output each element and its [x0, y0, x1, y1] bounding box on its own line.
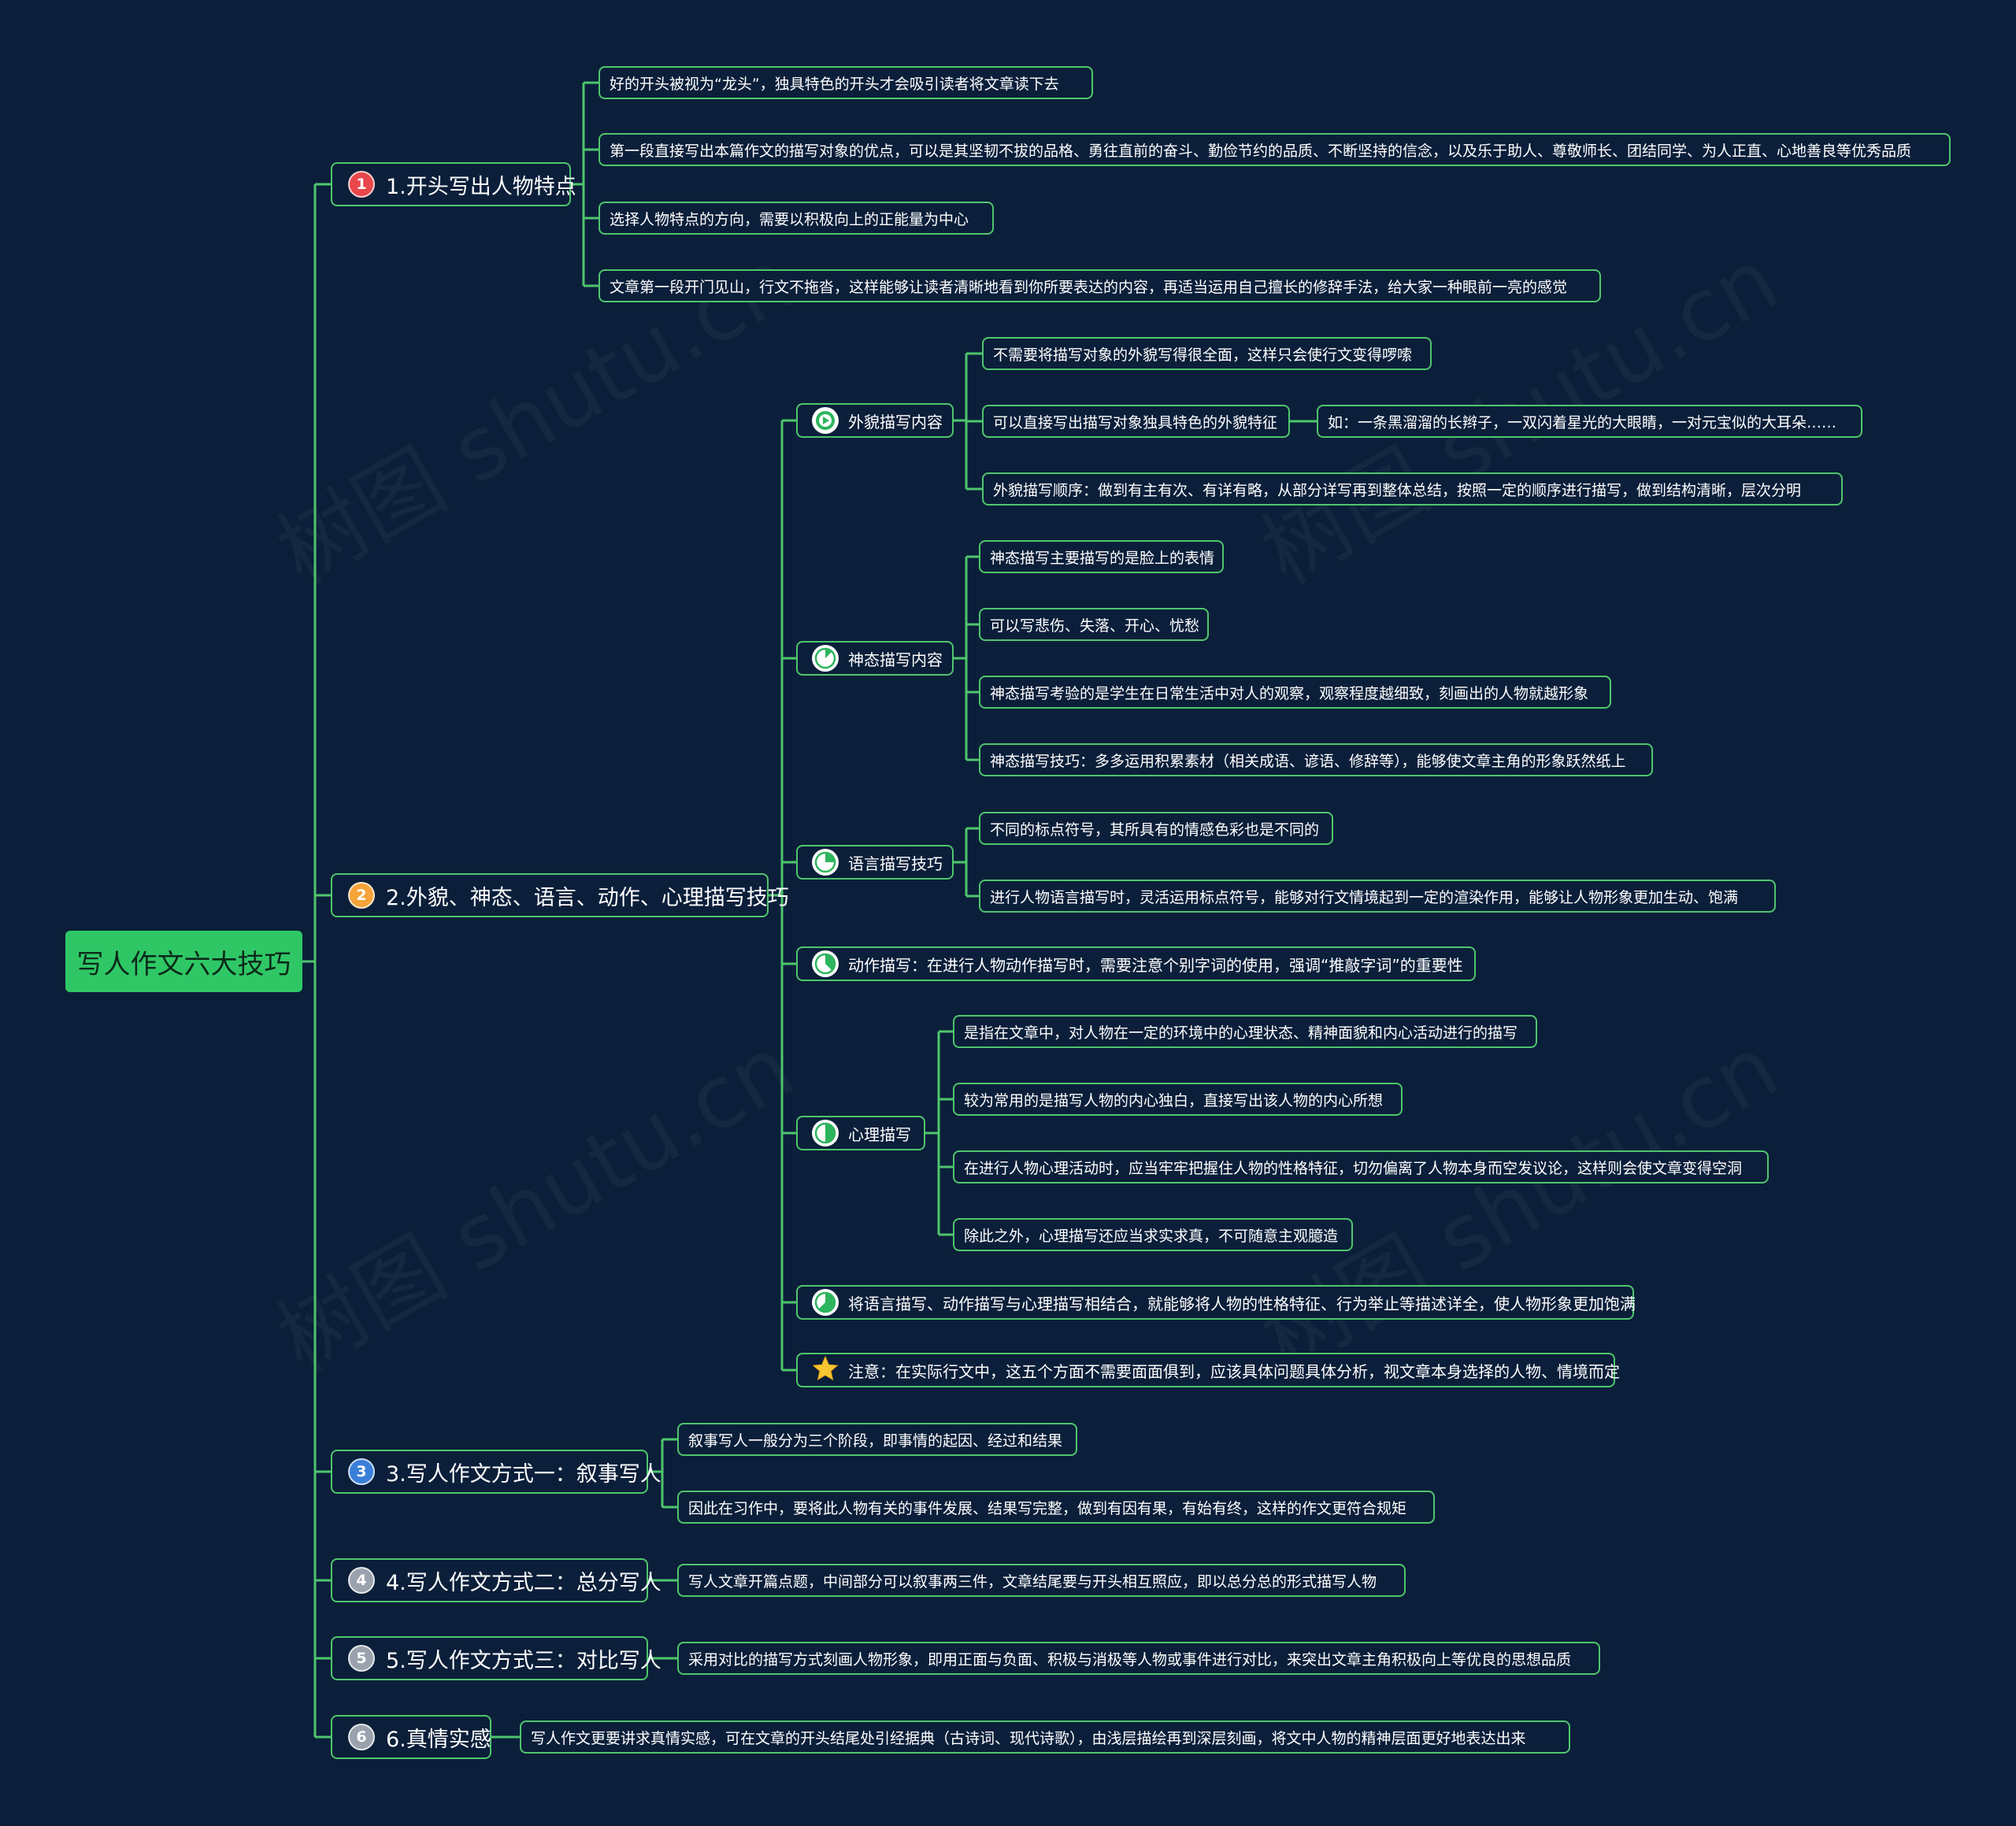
branch-1-label: 1.开头写出人物特点 — [386, 174, 576, 199]
branch-1-topic[interactable]: 1 1.开头写出人物特点 — [331, 162, 576, 206]
branch-6-topic[interactable]: 6 6.真情实感 — [331, 1715, 491, 1759]
sub-expression[interactable]: 神态描写内容 — [796, 641, 954, 676]
sub-psychology[interactable]: 心理描写 — [796, 1116, 925, 1150]
sub-note[interactable]: 注意：在实际行文中，这五个方面不需要面面俱到，应该具体问题具体分析，视文章本身选… — [796, 1353, 1620, 1387]
progress-3-8-icon — [812, 950, 839, 977]
root-topic[interactable]: 写人作文六大技巧 — [65, 931, 302, 992]
branch-3-item[interactable]: 叙事写人一般分为三个阶段，即事情的起因、经过和结果 — [677, 1423, 1077, 1456]
item-text: 是指在文章中，对人物在一定的环境中的心理状态、精神面貌和内心活动进行的描写 — [964, 1024, 1518, 1042]
branch-4-item[interactable]: 写人文章开篇点题，中间部分可以叙事两三件，文章结尾要与开头相互照应，即以总分总的… — [677, 1564, 1406, 1597]
sub-label: 将语言描写、动作描写与心理描写相结合，就能够将人物的性格特征、行为举止等描述详全… — [848, 1294, 1636, 1313]
sub-label: 注意：在实际行文中，这五个方面不需要面面俱到，应该具体问题具体分析，视文章本身选… — [848, 1361, 1620, 1381]
progress-quarter-icon — [812, 849, 839, 876]
item-text: 选择人物特点的方向，需要以积极向上的正能量为中心 — [610, 210, 969, 228]
branch-1-item[interactable]: 文章第一段开门见山，行文不拖沓，这样能够让读者清晰地看到你所要表达的内容，再适当… — [598, 269, 1601, 302]
item-text: 因此在习作中，要将此人物有关的事件发展、结果写完整，做到有因有果，有始有终，这样… — [688, 1499, 1407, 1517]
number-2-icon: 2 — [348, 882, 375, 909]
number-4-icon: 4 — [348, 1567, 375, 1594]
branch-3-label: 3.写人作文方式一：叙事写人 — [386, 1461, 662, 1487]
branch-5-topic[interactable]: 5 5.写人作文方式三：对比写人 — [331, 1636, 662, 1680]
expression-item[interactable]: 神态描写技巧：多多运用积累素材（相关成语、谚语、修辞等），能够使文章主角的形象跃… — [979, 743, 1653, 776]
progress-1-8-icon — [812, 645, 839, 672]
item-text: 较为常用的是描写人物的内心独白，直接写出该人物的内心所想 — [964, 1091, 1384, 1109]
appearance-item[interactable]: 可以直接写出描写对象独具特色的外貌特征 — [982, 405, 1290, 438]
sub-label: 语言描写技巧 — [848, 854, 943, 873]
psychology-item[interactable]: 除此之外，心理描写还应当求实求真，不可随意主观臆造 — [953, 1218, 1353, 1251]
appearance-item[interactable]: 外貌描写顺序：做到有主有次、有详有略，从部分详写再到整体总结，按照一定的顺序进行… — [982, 472, 1843, 506]
item-text: 第一段直接写出本篇作文的描写对象的优点，可以是其坚韧不拔的品格、勇往直前的奋斗、… — [610, 142, 1912, 160]
expression-item[interactable]: 神态描写主要描写的是脸上的表情 — [979, 540, 1224, 573]
branch-6-label: 6.真情实感 — [386, 1727, 491, 1752]
sub-label: 神态描写内容 — [848, 650, 943, 669]
sub-language[interactable]: 语言描写技巧 — [796, 845, 954, 880]
progress-half-icon — [812, 1120, 839, 1146]
item-text: 如：一条黑溜溜的长辫子，一双闪着星光的大眼睛，一对元宝似的大耳朵…… — [1328, 413, 1837, 431]
item-text: 好的开头被视为“龙头”，独具特色的开头才会吸引读者将文章读下去 — [610, 75, 1059, 93]
language-item[interactable]: 进行人物语言描写时，灵活运用标点符号，能够对行文情境起到一定的渲染作用，能够让人… — [979, 880, 1776, 913]
branch-2-topic[interactable]: 2 2.外貌、神态、语言、动作、心理描写技巧 — [331, 873, 789, 917]
item-text: 写人文章开篇点题，中间部分可以叙事两三件，文章结尾要与开头相互照应，即以总分总的… — [688, 1572, 1377, 1591]
item-text: 进行人物语言描写时，灵活运用标点符号，能够对行文情境起到一定的渲染作用，能够让人… — [990, 888, 1739, 906]
progress-5-8-icon — [812, 1289, 839, 1316]
sub-appearance[interactable]: 外貌描写内容 — [796, 403, 954, 438]
expression-item[interactable]: 神态描写考验的是学生在日常生活中对人的观察，观察程度越细致，刻画出的人物就越形象 — [979, 676, 1611, 709]
item-text: 文章第一段开门见山，行文不拖沓，这样能够让读者清晰地看到你所要表达的内容，再适当… — [610, 278, 1568, 296]
sub-label: 动作描写：在进行人物动作描写时，需要注意个别字词的使用，强调“推敲字词”的重要性 — [848, 955, 1463, 975]
appearance-example[interactable]: 如：一条黑溜溜的长辫子，一双闪着星光的大眼睛，一对元宝似的大耳朵…… — [1317, 405, 1862, 438]
sub-action[interactable]: 动作描写：在进行人物动作描写时，需要注意个别字词的使用，强调“推敲字词”的重要性 — [796, 946, 1476, 981]
branch-3-item[interactable]: 因此在习作中，要将此人物有关的事件发展、结果写完整，做到有因有果，有始有终，这样… — [677, 1491, 1435, 1524]
item-text: 叙事写人一般分为三个阶段，即事情的起因、经过和结果 — [688, 1432, 1063, 1450]
branch-1-item[interactable]: 选择人物特点的方向，需要以积极向上的正能量为中心 — [598, 202, 994, 235]
sub-label: 心理描写 — [848, 1124, 911, 1144]
sub-label: 外貌描写内容 — [848, 412, 943, 431]
number-5-icon: 5 — [348, 1645, 375, 1672]
branch-2-label: 2.外貌、神态、语言、动作、心理描写技巧 — [386, 885, 789, 910]
mind-map-canvas: 树图 shutu.cn 树图 shutu.cn 树图 shutu.cn 树图 s… — [0, 0, 2016, 1826]
item-text: 神态描写考验的是学生在日常生活中对人的观察，观察程度越细致，刻画出的人物就越形象 — [990, 684, 1589, 702]
root-label: 写人作文六大技巧 — [76, 948, 291, 980]
expression-item[interactable]: 可以写悲伤、失落、开心、忧愁 — [979, 608, 1209, 641]
branch-1-item[interactable]: 好的开头被视为“龙头”，独具特色的开头才会吸引读者将文章读下去 — [598, 66, 1093, 99]
item-text: 写人作文更要讲求真情实感，可在文章的开头结尾处引经据典（古诗词、现代诗歌），由浅… — [531, 1729, 1526, 1747]
number-1-icon: 1 — [348, 171, 375, 198]
play-icon — [812, 407, 839, 434]
item-text: 不同的标点符号，其所具有的情感色彩也是不同的 — [990, 820, 1320, 839]
branch-4-label: 4.写人作文方式二：总分写人 — [386, 1570, 662, 1595]
item-text: 在进行人物心理活动时，应当牢牢把握住人物的性格特征，切勿偏离了人物本身而空发议论… — [964, 1159, 1743, 1177]
item-text: 不需要将描写对象的外貌写得很全面，这样只会使行文变得啰嗦 — [993, 346, 1413, 364]
branch-4-topic[interactable]: 4 4.写人作文方式二：总分写人 — [331, 1558, 662, 1602]
item-text: 除此之外，心理描写还应当求实求真，不可随意主观臆造 — [964, 1227, 1339, 1245]
item-text: 外貌描写顺序：做到有主有次、有详有略，从部分详写再到整体总结，按照一定的顺序进行… — [993, 481, 1802, 499]
number-6-icon: 6 — [348, 1724, 375, 1750]
item-text: 神态描写技巧：多多运用积累素材（相关成语、谚语、修辞等），能够使文章主角的形象跃… — [990, 752, 1626, 770]
branch-3-topic[interactable]: 3 3.写人作文方式一：叙事写人 — [331, 1450, 662, 1494]
appearance-item[interactable]: 不需要将描写对象的外貌写得很全面，这样只会使行文变得啰嗦 — [982, 337, 1432, 370]
item-text: 可以直接写出描写对象独具特色的外貌特征 — [993, 413, 1278, 431]
item-text: 可以写悲伤、失落、开心、忧愁 — [990, 617, 1200, 635]
psychology-item[interactable]: 是指在文章中，对人物在一定的环境中的心理状态、精神面貌和内心活动进行的描写 — [953, 1015, 1537, 1048]
sub-combine[interactable]: 将语言描写、动作描写与心理描写相结合，就能够将人物的性格特征、行为举止等描述详全… — [796, 1285, 1636, 1320]
item-text: 采用对比的描写方式刻画人物形象，即用正面与负面、积极与消极等人物或事件进行对比，… — [688, 1650, 1572, 1669]
branch-1-item[interactable]: 第一段直接写出本篇作文的描写对象的优点，可以是其坚韧不拔的品格、勇往直前的奋斗、… — [598, 133, 1951, 166]
language-item[interactable]: 不同的标点符号，其所具有的情感色彩也是不同的 — [979, 812, 1333, 845]
psychology-item[interactable]: 在进行人物心理活动时，应当牢牢把握住人物的性格特征，切勿偏离了人物本身而空发议论… — [953, 1150, 1769, 1183]
psychology-item[interactable]: 较为常用的是描写人物的内心独白，直接写出该人物的内心所想 — [953, 1083, 1403, 1116]
branch-5-label: 5.写人作文方式三：对比写人 — [386, 1648, 662, 1673]
item-text: 神态描写主要描写的是脸上的表情 — [990, 549, 1215, 567]
number-3-icon: 3 — [348, 1458, 375, 1485]
branch-5-item[interactable]: 采用对比的描写方式刻画人物形象，即用正面与负面、积极与消极等人物或事件进行对比，… — [677, 1642, 1600, 1675]
branch-6-item[interactable]: 写人作文更要讲求真情实感，可在文章的开头结尾处引经据典（古诗词、现代诗歌），由浅… — [520, 1720, 1570, 1754]
star-icon — [812, 1355, 839, 1386]
